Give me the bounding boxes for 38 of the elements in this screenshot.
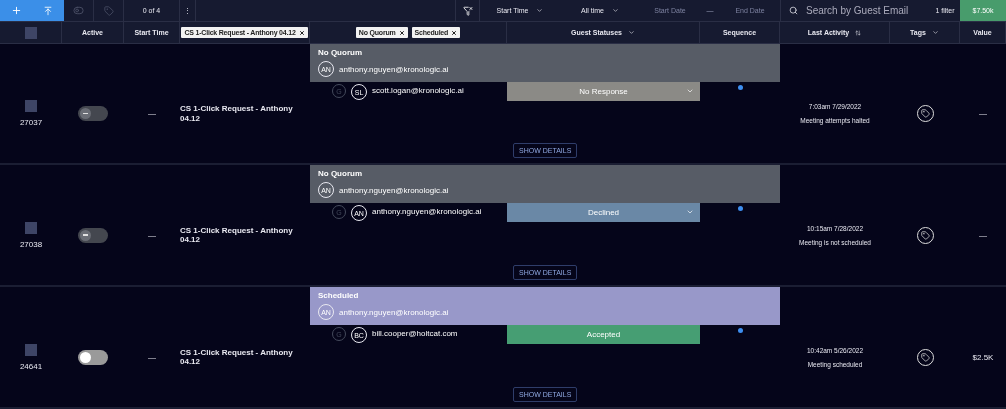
chevron-down-icon [686,87,694,95]
status-label: No Quorum [318,48,363,57]
active-toggle[interactable] [78,349,108,365]
host-email: anthony.nguyen@kronologic.ai [339,64,449,74]
guest-email: anthony.nguyen@kronologic.ai [372,207,482,216]
status-label: No Quorum [318,169,363,178]
close-icon[interactable] [451,29,458,36]
close-icon[interactable] [398,29,405,36]
meeting-name: CS 1-Click Request - Anthony 04.12 [180,225,294,245]
start-time: — [148,230,156,240]
meeting-name: CS 1-Click Request - Anthony 04.12 [180,347,294,367]
select-all-checkbox[interactable] [24,26,37,39]
chevron-down-icon [931,29,939,36]
search-icon [789,6,798,15]
meeting-id: 24641 [19,361,43,371]
meeting-value: $2.5K [972,352,994,362]
add-icon[interactable] [10,5,22,16]
chevron-down-icon [628,29,635,36]
status-label: Scheduled [318,291,360,300]
start-time: — [148,109,156,118]
guest-email: scott.logan@kronologic.ai [372,86,464,95]
chevron-down-icon [611,7,619,14]
meeting-id: 27038 [19,239,43,249]
meeting-value: — [979,109,987,118]
start-time: — [148,352,156,362]
close-icon[interactable] [298,29,305,36]
upload-icon[interactable] [43,5,54,16]
meeting-name: CS 1-Click Request - Anthony 04.12 [180,104,294,123]
meeting-id: 27037 [19,118,43,127]
chevron-down-icon [536,7,544,14]
row-checkbox[interactable] [25,343,37,356]
host-email: anthony.nguyen@kronologic.ai [339,307,449,317]
chevron-down-icon [686,208,694,216]
meeting-value: — [979,230,987,240]
guest-email: bill.cooper@holtcat.com [372,329,458,338]
sort-icon [855,29,862,36]
search-field[interactable]: Search by Guest Email [804,4,929,17]
host-email: anthony.nguyen@kronologic.ai [339,185,449,195]
